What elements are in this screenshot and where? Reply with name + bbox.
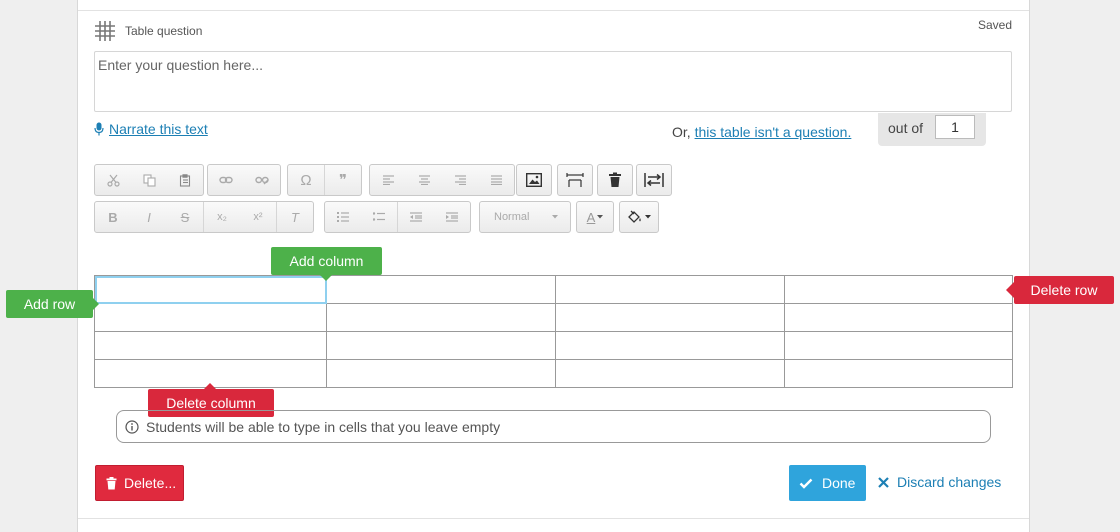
not-question-prefix: Or,	[672, 124, 695, 140]
delete-table-group	[597, 164, 633, 196]
question-type-label: Table question	[125, 24, 203, 38]
links-group	[207, 164, 281, 196]
align-justify-icon[interactable]	[478, 165, 514, 195]
table-cell[interactable]	[784, 359, 1013, 388]
score-panel: out of 1	[878, 113, 986, 146]
delete-button[interactable]: Delete...	[95, 465, 184, 501]
done-button[interactable]: Done	[789, 465, 866, 501]
chevron-down-icon	[645, 215, 651, 219]
trash-icon	[106, 476, 117, 489]
clear-format-icon[interactable]: T	[277, 202, 313, 232]
table-cell[interactable]	[555, 359, 785, 388]
table-cell[interactable]	[326, 331, 556, 360]
format-select[interactable]: Normal	[479, 201, 571, 233]
subscript-icon[interactable]: x₂	[204, 202, 240, 232]
clipboard-group	[94, 164, 204, 196]
numbered-list-icon[interactable]	[325, 202, 361, 232]
add-column-button[interactable]: Add column	[271, 247, 382, 281]
font-color-label: A	[586, 209, 596, 225]
table-row	[94, 359, 1013, 388]
special-character-icon[interactable]: Ω	[288, 165, 324, 195]
italic-icon[interactable]: I	[131, 202, 167, 232]
discard-label: Discard changes	[897, 474, 1002, 490]
table-cell[interactable]	[326, 275, 556, 304]
table-width-group	[557, 164, 593, 196]
table-cell[interactable]	[326, 359, 556, 388]
question-placeholder: Enter your question here...	[98, 57, 263, 73]
table-cell[interactable]	[326, 303, 556, 332]
narrate-link[interactable]: Narrate this text	[94, 121, 208, 137]
swap-group	[636, 164, 672, 196]
table-row	[94, 275, 1013, 304]
outdent-icon[interactable]	[398, 202, 434, 232]
info-notice: Students will be able to type in cells t…	[116, 410, 991, 443]
cut-icon[interactable]	[95, 165, 131, 195]
align-right-icon[interactable]	[442, 165, 478, 195]
image-icon[interactable]	[517, 165, 551, 195]
fill-bucket-icon	[620, 202, 658, 232]
bottom-divider	[78, 518, 1029, 519]
narrate-label: Narrate this text	[109, 121, 208, 137]
indent-icon[interactable]	[434, 202, 470, 232]
image-group	[516, 164, 552, 196]
discard-changes-button[interactable]: Discard changes	[878, 474, 1001, 490]
table-cell[interactable]	[94, 331, 327, 360]
align-group	[369, 164, 515, 196]
format-select-value: Normal	[480, 202, 570, 232]
table-cell[interactable]	[555, 331, 785, 360]
insert-group: Ω ❞	[287, 164, 362, 196]
font-color-icon: A	[577, 202, 613, 232]
table-row	[94, 331, 1013, 360]
swap-arrows-icon[interactable]	[637, 165, 671, 195]
list-indent-group	[324, 201, 471, 233]
save-status: Saved	[977, 18, 1012, 32]
table-grid-icon	[95, 21, 115, 41]
add-row-button[interactable]: Add row	[6, 290, 99, 318]
info-icon	[125, 419, 139, 434]
info-text: Students will be able to type in cells t…	[146, 418, 501, 435]
text-style-group: B I S x₂ x² T	[94, 201, 314, 233]
score-label: out of	[888, 120, 924, 136]
table-cell[interactable]	[94, 303, 327, 332]
table-row	[94, 303, 1013, 332]
table-cell[interactable]	[784, 303, 1013, 332]
font-color-button[interactable]: A	[576, 201, 614, 233]
table-cell[interactable]	[555, 275, 785, 304]
question-table	[94, 275, 1013, 388]
format-select-label: Normal	[494, 211, 530, 223]
checkmark-icon	[799, 478, 813, 489]
trash-icon[interactable]	[598, 165, 632, 195]
bold-icon[interactable]: B	[95, 202, 131, 232]
table-cell[interactable]	[784, 331, 1013, 360]
unlink-icon[interactable]	[244, 165, 280, 195]
align-left-icon[interactable]	[370, 165, 406, 195]
bulleted-list-icon[interactable]	[361, 202, 397, 232]
top-divider	[78, 10, 1029, 11]
not-question-link[interactable]: this table isn't a question.	[695, 124, 852, 140]
close-icon	[878, 476, 889, 488]
table-cell[interactable]	[94, 275, 327, 304]
align-center-icon[interactable]	[406, 165, 442, 195]
not-question-text: Or, this table isn't a question.	[672, 124, 851, 140]
delete-row-button[interactable]: Delete row	[1006, 276, 1114, 304]
copy-icon[interactable]	[131, 165, 167, 195]
question-input[interactable]: Enter your question here...	[94, 51, 1012, 112]
chevron-down-icon	[597, 215, 604, 219]
link-icon[interactable]	[208, 165, 244, 195]
chevron-down-icon	[552, 215, 558, 219]
microphone-icon	[94, 122, 104, 136]
table-cell[interactable]	[555, 303, 785, 332]
background-color-button[interactable]	[619, 201, 659, 233]
strikethrough-icon[interactable]: S	[167, 202, 203, 232]
delete-label: Delete...	[124, 475, 177, 491]
score-input[interactable]: 1	[935, 115, 975, 139]
blockquote-icon[interactable]: ❞	[325, 165, 361, 195]
done-label: Done	[822, 475, 856, 491]
superscript-icon[interactable]: x²	[240, 202, 276, 232]
table-width-icon[interactable]	[558, 165, 592, 195]
table-cell[interactable]	[784, 275, 1013, 304]
paste-icon[interactable]	[167, 165, 203, 195]
